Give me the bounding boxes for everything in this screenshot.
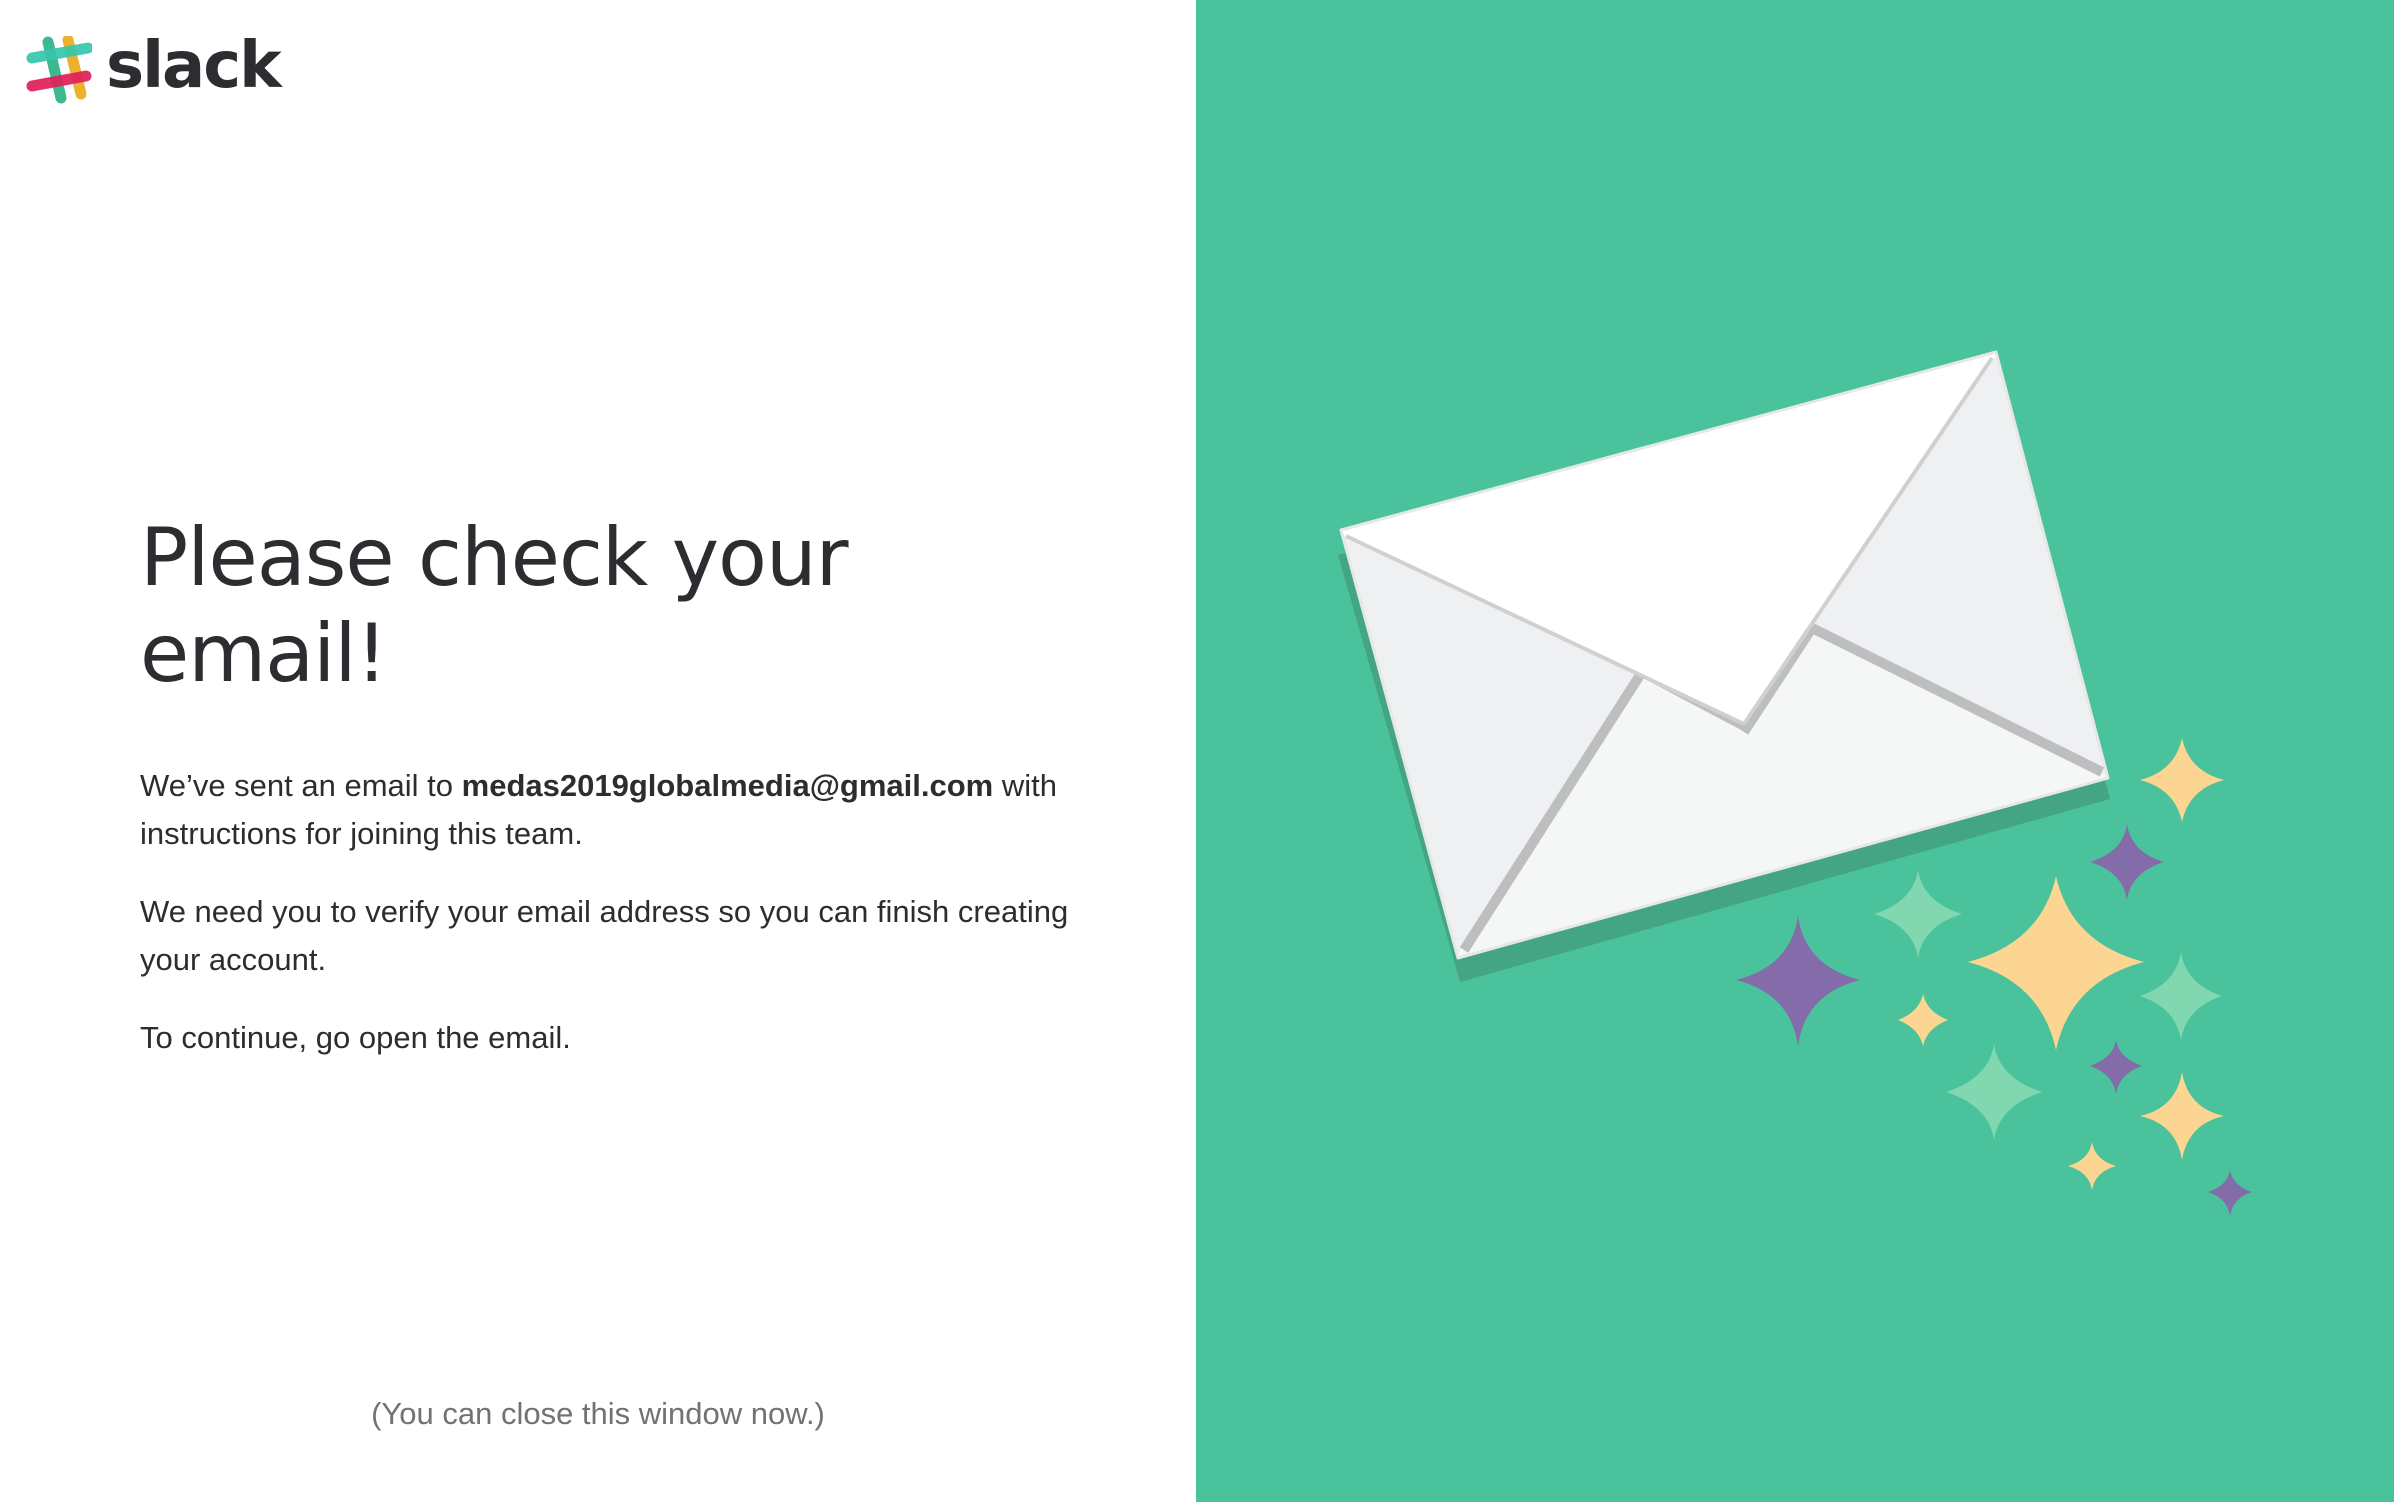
slack-hash-icon [26, 36, 92, 104]
sparkle-yellow-1 [2140, 738, 2224, 822]
sparkle-yellow-5 [2068, 1142, 2116, 1190]
sent-email-paragraph: We’ve sent an email to medas2019globalme… [140, 762, 1100, 858]
message-content: Please check your email! We’ve sent an e… [140, 510, 1100, 1092]
envelope-icon [1339, 350, 2110, 960]
sparkle-yellow-2 [1968, 876, 2144, 1050]
close-window-note: (You can close this window now.) [371, 1396, 825, 1431]
sparkle-purple-4 [2208, 1170, 2252, 1216]
slack-wordmark: slack [106, 29, 282, 103]
sparkle-mint-3 [1946, 1044, 2042, 1140]
left-pane: slack Please check your email! We’ve sen… [0, 0, 1196, 1502]
page: slack Please check your email! We’ve sen… [0, 0, 2394, 1502]
envelope-illustration [1338, 350, 2252, 1216]
verify-paragraph: We need you to verify your email address… [140, 894, 1069, 977]
recipient-email: medas2019globalmedia@gmail.com [461, 768, 994, 803]
sparkle-yellow-4 [2140, 1072, 2224, 1160]
sparkle-purple-1 [2090, 824, 2164, 900]
slack-logo[interactable]: slack [26, 29, 282, 106]
sparkle-purple-3 [2090, 1040, 2142, 1094]
continue-paragraph: To continue, go open the email. [140, 1020, 571, 1055]
page-title: Please check your email! [140, 511, 849, 700]
illustration-panel [1196, 0, 2394, 1502]
sent-email-prefix: We’ve sent an email to [140, 768, 462, 803]
sparkle-mint-2 [2140, 952, 2222, 1040]
sparkle-yellow-3 [1898, 994, 1948, 1046]
sparkle-mint-1 [1874, 870, 1962, 958]
sparkle-purple-2 [1736, 916, 1860, 1046]
